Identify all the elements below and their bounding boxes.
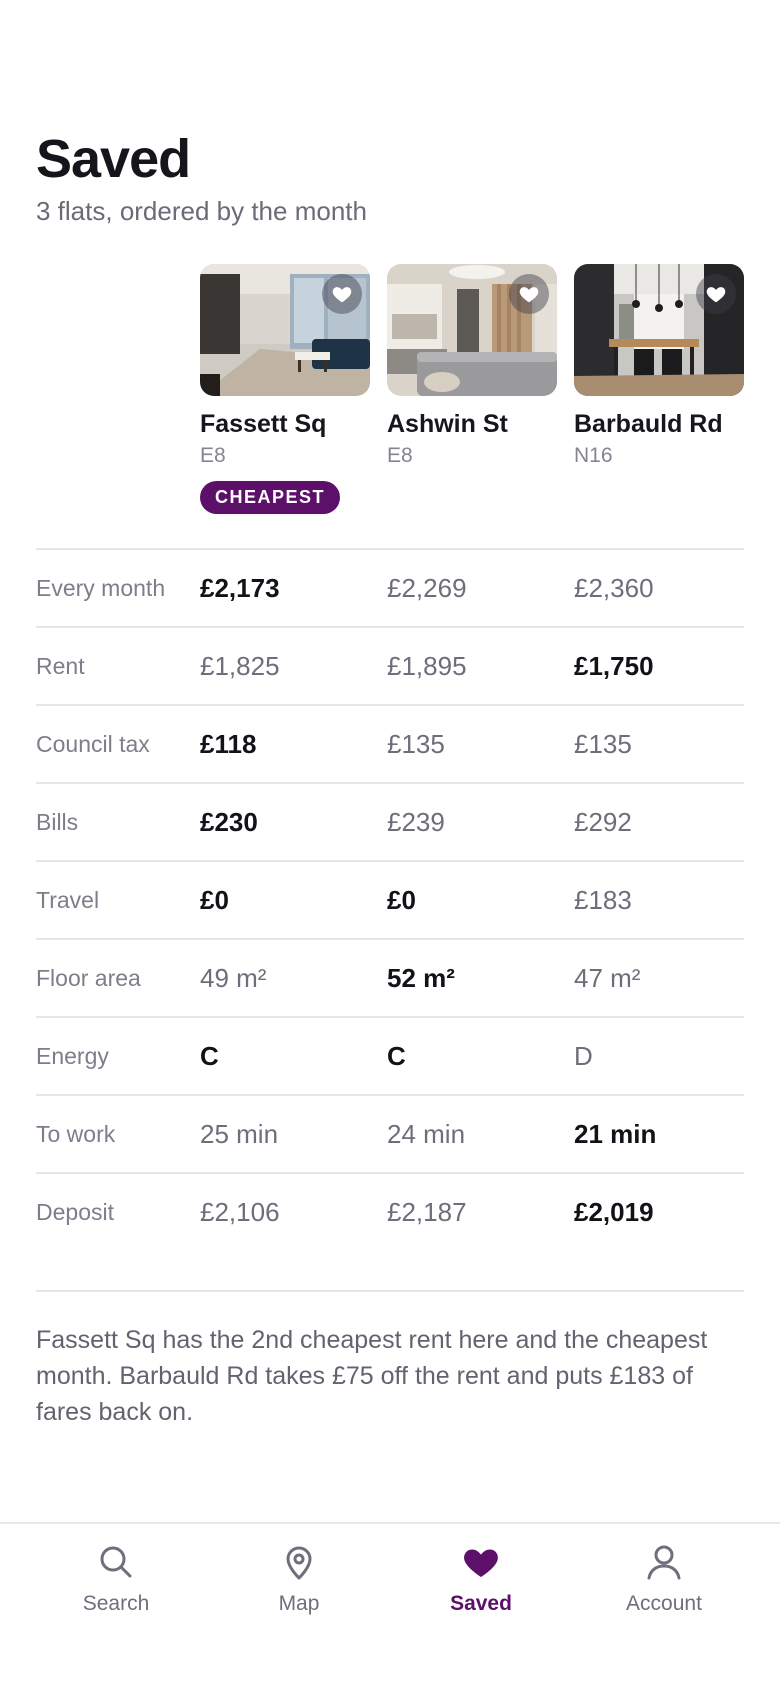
value-cell: £135 bbox=[574, 729, 632, 759]
row-label: Council tax bbox=[36, 731, 150, 757]
value-cell: £2,019 bbox=[574, 1197, 654, 1227]
value-cell: £230 bbox=[200, 807, 258, 837]
value-cell: £118 bbox=[200, 729, 257, 759]
flat-card-barbauld-rd[interactable]: Barbauld Rd N16 bbox=[574, 264, 744, 468]
flat-postcode: E8 bbox=[200, 444, 226, 467]
row-to-work: To work 25 min 24 min 21 min bbox=[36, 1096, 744, 1174]
map-pin-icon bbox=[286, 1546, 312, 1580]
heart-icon bbox=[464, 1549, 498, 1577]
value-cell: £2,173 bbox=[200, 573, 280, 603]
value-cell: 21 min bbox=[574, 1119, 657, 1149]
cheapest-badge: CHEAPEST bbox=[200, 481, 341, 514]
row-label: Every month bbox=[36, 575, 166, 601]
bottom-tab-bar: Search Map Saved Account bbox=[0, 1522, 780, 1688]
flat-photo[interactable] bbox=[574, 264, 744, 396]
comparison-table: Every month £2,173 £2,269 £2,360 Rent £1… bbox=[36, 548, 744, 1252]
flat-name: Fassett Sq bbox=[200, 410, 327, 438]
value-cell: £1,750 bbox=[574, 651, 654, 681]
value-cell: 49 m² bbox=[200, 963, 267, 993]
row-label: Energy bbox=[36, 1043, 109, 1069]
value-cell: C bbox=[387, 1041, 406, 1071]
flat-card-ashwin-st[interactable]: Ashwin St E8 bbox=[387, 264, 557, 468]
flat-name: Ashwin St bbox=[387, 410, 508, 438]
flat-postcode: E8 bbox=[387, 444, 413, 467]
tab-label: Saved bbox=[450, 1592, 512, 1615]
row-label: Bills bbox=[36, 809, 79, 835]
tab-label: Account bbox=[626, 1592, 702, 1615]
row-label: Travel bbox=[36, 887, 100, 913]
value-cell: £2,269 bbox=[387, 573, 467, 603]
tab-label: Search bbox=[82, 1592, 150, 1615]
row-label: Deposit bbox=[36, 1199, 114, 1225]
row-label: Floor area bbox=[36, 965, 141, 991]
search-icon bbox=[100, 1546, 132, 1578]
value-cell: £0 bbox=[200, 885, 229, 915]
value-cell: £2,360 bbox=[574, 573, 654, 603]
value-cell: £0 bbox=[387, 885, 416, 915]
row-label: Rent bbox=[36, 653, 85, 679]
value-cell: £2,106 bbox=[200, 1197, 280, 1227]
page-title: Saved bbox=[36, 129, 191, 189]
row-bills: Bills £230 £239 £292 bbox=[36, 784, 744, 862]
tab-saved[interactable]: Saved bbox=[401, 1542, 561, 1616]
unsave-button[interactable] bbox=[696, 274, 736, 314]
row-deposit: Deposit £2,106 £2,187 £2,019 bbox=[36, 1174, 744, 1252]
value-cell: £1,895 bbox=[387, 651, 467, 681]
value-cell: £239 bbox=[387, 807, 445, 837]
value-cell: £292 bbox=[574, 807, 632, 837]
row-rent: Rent £1,825 £1,895 £1,750 bbox=[36, 628, 744, 706]
user-icon bbox=[647, 1545, 681, 1580]
page-subtitle: 3 flats, ordered by the month bbox=[36, 196, 367, 226]
row-council-tax: Council tax £118 £135 £135 bbox=[36, 706, 744, 784]
tab-map[interactable]: Map bbox=[219, 1542, 379, 1616]
tab-label: Map bbox=[278, 1592, 320, 1615]
heart-icon bbox=[519, 287, 539, 303]
row-travel: Travel £0 £0 £183 bbox=[36, 862, 744, 940]
flat-photo[interactable] bbox=[387, 264, 557, 396]
flat-cards: Fassett Sq E8 CHEAPEST Ashwin St E8 Barb… bbox=[200, 264, 744, 519]
value-cell: £135 bbox=[387, 729, 445, 759]
row-every-month: Every month £2,173 £2,269 £2,360 bbox=[36, 550, 744, 628]
value-cell: £183 bbox=[574, 885, 632, 915]
flat-card-fassett-sq[interactable]: Fassett Sq E8 CHEAPEST bbox=[200, 264, 370, 514]
unsave-button[interactable] bbox=[509, 274, 549, 314]
row-label: To work bbox=[36, 1121, 116, 1147]
flat-name: Barbauld Rd bbox=[574, 410, 723, 438]
value-cell: 24 min bbox=[387, 1119, 466, 1149]
value-cell: 47 m² bbox=[574, 963, 641, 993]
flat-postcode: N16 bbox=[574, 444, 613, 467]
tab-search[interactable]: Search bbox=[36, 1542, 196, 1616]
heart-icon bbox=[706, 287, 726, 303]
unsave-button[interactable] bbox=[322, 274, 362, 314]
value-cell: 52 m² bbox=[387, 963, 455, 993]
comparison-summary: Fassett Sq has the 2nd cheapest rent her… bbox=[36, 1326, 708, 1426]
heart-icon bbox=[332, 287, 352, 303]
value-cell: 25 min bbox=[200, 1119, 279, 1149]
divider bbox=[36, 1290, 744, 1292]
value-cell: £2,187 bbox=[387, 1197, 467, 1227]
value-cell: £1,825 bbox=[200, 651, 280, 681]
row-floor-area: Floor area 49 m² 52 m² 47 m² bbox=[36, 940, 744, 1018]
tab-account[interactable]: Account bbox=[584, 1542, 744, 1616]
row-energy: Energy C C D bbox=[36, 1018, 744, 1096]
value-cell: C bbox=[200, 1041, 219, 1071]
value-cell: D bbox=[574, 1041, 593, 1071]
flat-photo[interactable] bbox=[200, 264, 370, 396]
